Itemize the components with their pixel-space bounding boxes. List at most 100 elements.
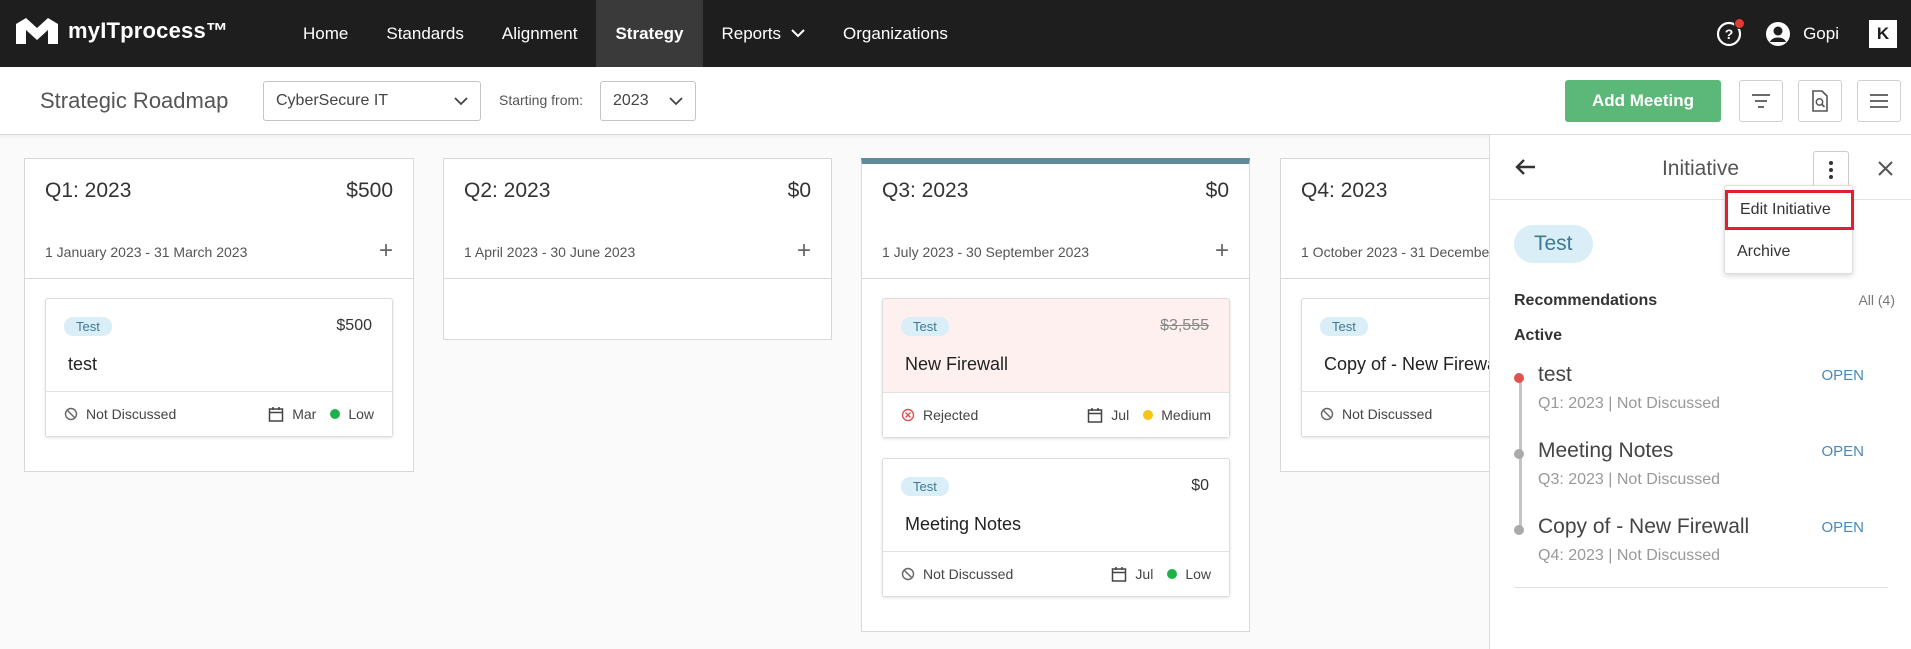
priority: Low	[330, 406, 374, 422]
add-meeting-button[interactable]: Add Meeting	[1565, 80, 1721, 122]
priority-label: Medium	[1161, 407, 1211, 423]
initiative-amount: $3,555	[1160, 317, 1209, 334]
nav-reports-label: Reports	[721, 23, 782, 43]
nav-home[interactable]: Home	[284, 0, 367, 67]
chevron-down-icon	[669, 96, 683, 105]
initiative-tag: Test	[901, 477, 949, 496]
user-menu[interactable]: Gopi	[1765, 21, 1839, 47]
brand-logo[interactable]: myITprocess™	[14, 16, 228, 46]
quarter-total: $0	[787, 179, 811, 202]
recommendation-title: Copy of - New Firewall	[1538, 515, 1750, 538]
recommendation-subtitle: Q3: 2023 | Not Discussed	[1538, 471, 1721, 488]
nav-strategy-label: Strategy	[615, 23, 684, 43]
status-label: Not Discussed	[923, 566, 1014, 582]
nav-alignment[interactable]: Alignment	[483, 0, 597, 67]
not-discussed-icon	[64, 407, 78, 421]
quarter-title: Q2: 2023	[464, 179, 551, 202]
nav-alignment-label: Alignment	[501, 23, 578, 43]
initiative-card[interactable]: Test $500 test Not Discussed Mar Low	[45, 298, 393, 437]
initiative-tag: Test	[1514, 225, 1593, 263]
due-month: Jul	[1111, 566, 1153, 582]
card-footer: Not Discussed Mar Low	[46, 391, 392, 436]
open-link[interactable]: OPEN	[1821, 443, 1864, 460]
more-vertical-icon	[1829, 161, 1833, 179]
initiative-title: New Firewall	[905, 354, 1009, 374]
quarter-column-q1: Q1: 2023 $500 1 January 2023 - 31 March …	[24, 158, 414, 472]
priority-label: Low	[348, 406, 374, 422]
initiative-tag: Test	[64, 317, 112, 336]
preview-report-button[interactable]	[1798, 80, 1842, 122]
open-link[interactable]: OPEN	[1821, 519, 1864, 536]
recommendation-subtitle: Q1: 2023 | Not Discussed	[1538, 395, 1721, 412]
month-label: Mar	[292, 406, 317, 422]
initiative-tag: Test	[1320, 317, 1368, 336]
archive-menu-item[interactable]: Archive	[1725, 233, 1852, 271]
year-select[interactable]: 2023	[600, 81, 696, 121]
not-discussed-icon	[1320, 407, 1334, 421]
filter-button[interactable]	[1739, 80, 1783, 122]
quarter-column-q2: Q2: 2023 $0 1 April 2023 - 30 June 2023 …	[443, 158, 832, 340]
menu-button[interactable]	[1857, 80, 1901, 122]
month-label: Jul	[1135, 566, 1154, 582]
help-button[interactable]: ?	[1715, 17, 1746, 48]
active-heading: Active	[1514, 327, 1563, 344]
calendar-icon	[1112, 567, 1127, 582]
recommendation-title: test	[1538, 363, 1572, 386]
add-initiative-button[interactable]: +	[797, 237, 811, 265]
card-footer: Rejected Jul Medium	[883, 392, 1229, 437]
top-right-controls: ? Gopi K	[1715, 0, 1911, 67]
quarter-date-range: 1 April 2023 - 30 June 2023	[464, 244, 636, 260]
chevron-down-icon	[454, 96, 468, 105]
logo-icon	[16, 18, 58, 44]
priority-dot	[1167, 569, 1178, 579]
edit-initiative-menu-item[interactable]: Edit Initiative	[1725, 190, 1854, 230]
card-footer: Not Discussed Jul Low	[883, 551, 1229, 596]
page-title: Strategic Roadmap	[40, 88, 229, 113]
initiative-options-menu: Edit Initiative Archive	[1724, 185, 1854, 274]
nav-reports[interactable]: Reports	[703, 0, 825, 67]
divider	[1514, 587, 1888, 588]
nav-home-label: Home	[303, 23, 349, 43]
quarter-header: Q1: 2023 $500 1 January 2023 - 31 March …	[25, 159, 413, 279]
top-navbar: myITprocess™ Home Standards Alignment St…	[0, 0, 1911, 67]
add-initiative-button[interactable]: +	[1215, 237, 1229, 265]
status: Not Discussed	[64, 406, 268, 422]
priority-dot	[1143, 410, 1154, 420]
initiative-title: Copy of - New Firewall	[1324, 354, 1506, 374]
rejected-icon	[901, 408, 915, 422]
starting-from-label: Starting from:	[499, 92, 584, 108]
more-options-button[interactable]	[1813, 151, 1849, 189]
add-initiative-button[interactable]: +	[379, 237, 393, 265]
calendar-icon	[1088, 408, 1103, 423]
initiative-title: test	[68, 354, 98, 374]
timeline-dot	[1514, 449, 1524, 459]
open-link[interactable]: OPEN	[1821, 367, 1864, 384]
quarter-header: Q3: 2023 $0 1 July 2023 - 30 September 2…	[862, 164, 1249, 279]
nav-strategy[interactable]: Strategy	[596, 0, 703, 67]
quarter-total: $500	[346, 179, 393, 202]
nav-organizations[interactable]: Organizations	[824, 0, 967, 67]
quarter-title: Q1: 2023	[45, 179, 132, 202]
svg-text:?: ?	[1725, 26, 1734, 42]
calendar-icon	[268, 407, 284, 422]
recommendation-subtitle: Q4: 2023 | Not Discussed	[1538, 547, 1721, 564]
initiative-amount: $500	[336, 317, 372, 334]
initiative-card[interactable]: Test $0 Meeting Notes Not Discussed Jul …	[882, 458, 1230, 597]
not-discussed-icon	[901, 567, 915, 581]
brand-name: myITprocess™	[68, 18, 229, 43]
quarter-header: Q2: 2023 $0 1 April 2023 - 30 June 2023 …	[444, 159, 831, 279]
priority-label: Low	[1185, 566, 1211, 582]
status: Not Discussed	[901, 566, 1111, 582]
notification-dot	[1734, 17, 1746, 29]
client-select[interactable]: CyberSecure IT	[263, 81, 481, 121]
due-month: Jul	[1087, 407, 1129, 423]
initiative-card[interactable]: Test $3,555 New Firewall Rejected Jul Me…	[882, 298, 1230, 438]
close-icon[interactable]	[1877, 160, 1894, 177]
recommendations-count[interactable]: All (4)	[1858, 292, 1895, 308]
status: Rejected	[901, 407, 1087, 423]
toolbar: Strategic Roadmap CyberSecure IT Startin…	[0, 67, 1911, 135]
quarter-title: Q4: 2023	[1301, 179, 1388, 202]
k-app-logo[interactable]: K	[1869, 19, 1897, 48]
status-label: Rejected	[923, 407, 979, 423]
nav-standards[interactable]: Standards	[367, 0, 483, 67]
